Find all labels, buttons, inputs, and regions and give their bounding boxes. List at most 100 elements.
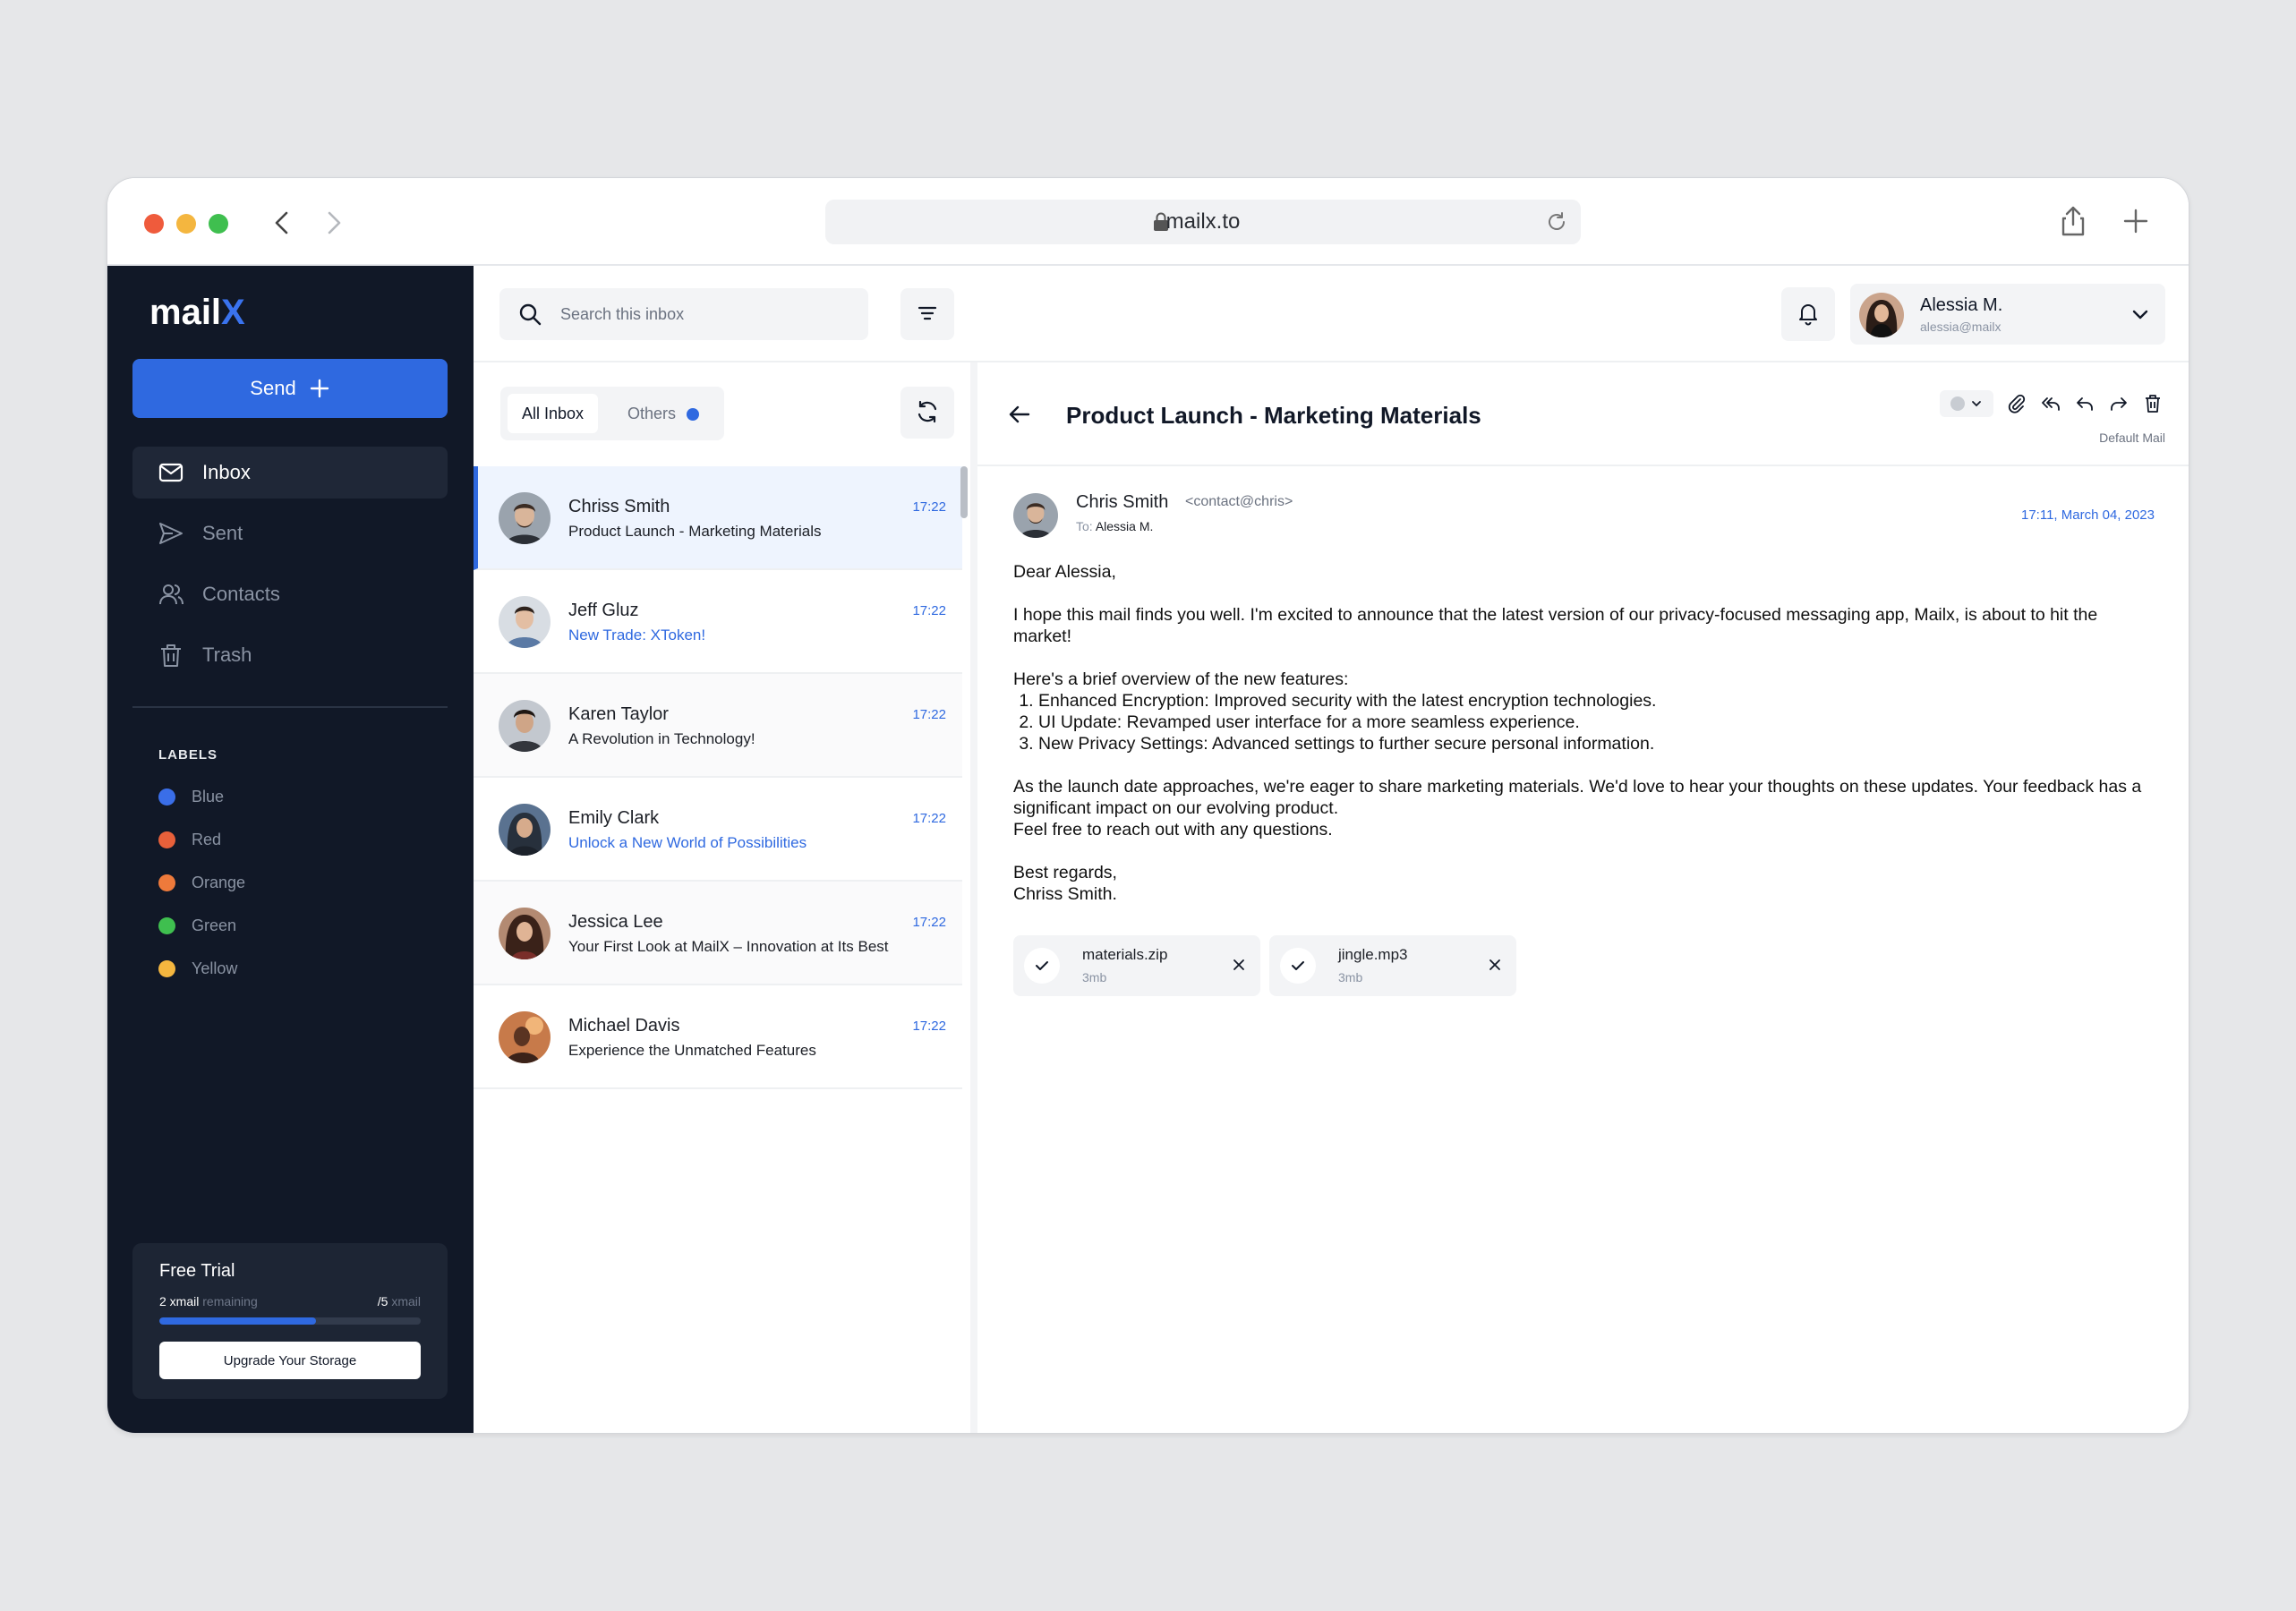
- sidebar-divider: [132, 706, 448, 708]
- sidebar-item-label: Inbox: [202, 461, 251, 483]
- sender-avatar: [1013, 493, 1058, 538]
- mail-icon: [158, 463, 184, 482]
- search-input[interactable]: [560, 288, 847, 340]
- address-bar[interactable]: mailx.to: [825, 200, 1581, 244]
- minimize-window-button[interactable]: [176, 214, 196, 234]
- forward-arrow-icon[interactable]: [315, 205, 351, 241]
- search-box: [499, 288, 868, 340]
- filter-button[interactable]: [900, 288, 954, 340]
- email-signature: Chriss Smith.: [1013, 884, 1117, 904]
- attachment-name: materials.zip: [1082, 946, 1168, 963]
- mail-list-item[interactable]: Michael Davis Experience the Unmatched F…: [474, 985, 962, 1089]
- attachment-item[interactable]: materials.zip 3mb: [1013, 935, 1260, 996]
- sender-avatar: [499, 908, 551, 959]
- reply-icon[interactable]: [2074, 393, 2095, 414]
- status-dropdown[interactable]: [1940, 390, 1993, 417]
- email-toolbar: [1940, 388, 2164, 420]
- label-item-yellow[interactable]: Yellow: [158, 955, 237, 982]
- storage-progress-bar: [159, 1317, 421, 1325]
- upgrade-storage-button[interactable]: Upgrade Your Storage: [159, 1342, 421, 1379]
- sidebar-item-trash[interactable]: Trash: [132, 629, 448, 681]
- trash-icon: [161, 644, 181, 667]
- forward-icon[interactable]: [2108, 393, 2130, 414]
- url-text: mailx.to: [1165, 209, 1241, 234]
- refresh-button[interactable]: [900, 387, 954, 439]
- reply-all-icon[interactable]: [2040, 393, 2061, 414]
- sender-address: <contact@chris>: [1185, 494, 1293, 509]
- check-icon: [1036, 961, 1048, 970]
- email-signoff: Best regards,: [1013, 863, 1117, 882]
- label-name: Blue: [192, 787, 225, 806]
- refresh-icon: [918, 400, 937, 422]
- label-item-orange[interactable]: Orange: [158, 869, 245, 896]
- sender-name: Chris Smith: [1076, 492, 1169, 512]
- mail-time: 17:22: [912, 707, 946, 722]
- label-dot: [158, 831, 175, 848]
- attachment-item[interactable]: jingle.mp3 3mb: [1269, 935, 1516, 996]
- close-window-button[interactable]: [144, 214, 164, 234]
- back-arrow-icon[interactable]: [265, 205, 301, 241]
- reading-pane: Product Launch - Marketing Materials Def…: [977, 362, 2189, 1433]
- user-avatar: [1859, 293, 1904, 337]
- label-item-blue[interactable]: Blue: [158, 783, 224, 810]
- chevron-down-icon: [2132, 310, 2148, 320]
- mail-list-item[interactable]: Karen Taylor A Revolution in Technology!…: [474, 674, 962, 778]
- bell-icon: [1799, 303, 1817, 325]
- sidebar: mailX Send Inbox Sent Contacts Trash LAB…: [107, 266, 474, 1433]
- delete-icon[interactable]: [2142, 393, 2164, 414]
- trial-total: /5 xmail: [377, 1294, 421, 1308]
- browser-titlebar: mailx.to: [107, 178, 2189, 266]
- reload-icon[interactable]: [1545, 210, 1568, 234]
- send-button-label: Send: [250, 377, 296, 399]
- new-tab-icon[interactable]: [2118, 203, 2154, 239]
- attachment-status: [1280, 948, 1316, 984]
- filter-icon: [918, 306, 937, 320]
- email-paragraph: I hope this mail finds you well. I'm exc…: [1013, 605, 2098, 646]
- trial-remaining: 2 xmail remaining: [159, 1294, 258, 1308]
- user-email: alessia@mailx: [1920, 320, 2002, 334]
- attachments: materials.zip 3mb jingle.mp3 3mb: [1013, 935, 1516, 996]
- notifications-button[interactable]: [1781, 287, 1835, 341]
- label-item-red[interactable]: Red: [158, 826, 221, 853]
- mail-list-item[interactable]: Jeff Gluz New Trade: XToken! 17:22: [474, 570, 962, 674]
- sidebar-item-label: Contacts: [202, 583, 280, 605]
- mail-list-item[interactable]: Emily Clark Unlock a New World of Possib…: [474, 778, 962, 882]
- send-icon: [159, 523, 183, 544]
- sidebar-item-label: Trash: [202, 644, 252, 666]
- maximize-window-button[interactable]: [209, 214, 228, 234]
- email-date: 17:11, March 04, 2023: [2021, 507, 2155, 523]
- reading-header: Product Launch - Marketing Materials Def…: [977, 362, 2189, 466]
- mail-subject: New Trade: XToken!: [568, 626, 706, 644]
- mailx-logo: mailX: [149, 293, 245, 332]
- email-greeting: Dear Alessia,: [1013, 562, 1116, 582]
- tab-all-inbox[interactable]: All Inbox: [508, 394, 599, 433]
- remove-attachment-button[interactable]: [1484, 955, 1506, 976]
- attachment-icon[interactable]: [2006, 393, 2027, 414]
- send-button[interactable]: Send: [132, 359, 448, 418]
- label-item-green[interactable]: Green: [158, 912, 236, 939]
- status-dot: [1950, 396, 1965, 411]
- mail-list-panel: All Inbox Others Chriss Smith Product La…: [474, 362, 975, 1433]
- labels-heading: LABELS: [158, 747, 218, 763]
- user-menu[interactable]: Alessia M. alessia@mailx: [1850, 284, 2165, 345]
- sidebar-item-inbox[interactable]: Inbox: [132, 447, 448, 499]
- mail-sender: Jeff Gluz: [568, 601, 639, 620]
- label-dot: [158, 788, 175, 806]
- tab-others[interactable]: Others: [613, 394, 712, 433]
- feature-item: New Privacy Settings: Advanced settings …: [1038, 733, 2150, 754]
- label-dot: [158, 959, 175, 977]
- mail-list-scrollbar[interactable]: [960, 466, 968, 518]
- mail-list-item[interactable]: Jessica Lee Your First Look at MailX – I…: [474, 882, 962, 985]
- browser-window: mailx.to mailX Send Inbox Sent Contacts …: [107, 177, 2189, 1434]
- sender-avatar: [499, 596, 551, 648]
- feature-item: Enhanced Encryption: Improved security w…: [1038, 690, 2150, 712]
- back-button[interactable]: [1004, 400, 1035, 430]
- free-trial-card: Free Trial 2 xmail remaining /5 xmail Up…: [132, 1243, 448, 1399]
- sidebar-item-contacts[interactable]: Contacts: [132, 568, 448, 620]
- sidebar-item-sent[interactable]: Sent: [132, 507, 448, 559]
- remove-attachment-button[interactable]: [1228, 955, 1250, 976]
- label-name: Green: [192, 916, 237, 934]
- sidebar-item-label: Sent: [202, 522, 243, 544]
- mail-list-item[interactable]: Chriss Smith Product Launch - Marketing …: [474, 466, 962, 570]
- share-icon[interactable]: [2055, 203, 2091, 239]
